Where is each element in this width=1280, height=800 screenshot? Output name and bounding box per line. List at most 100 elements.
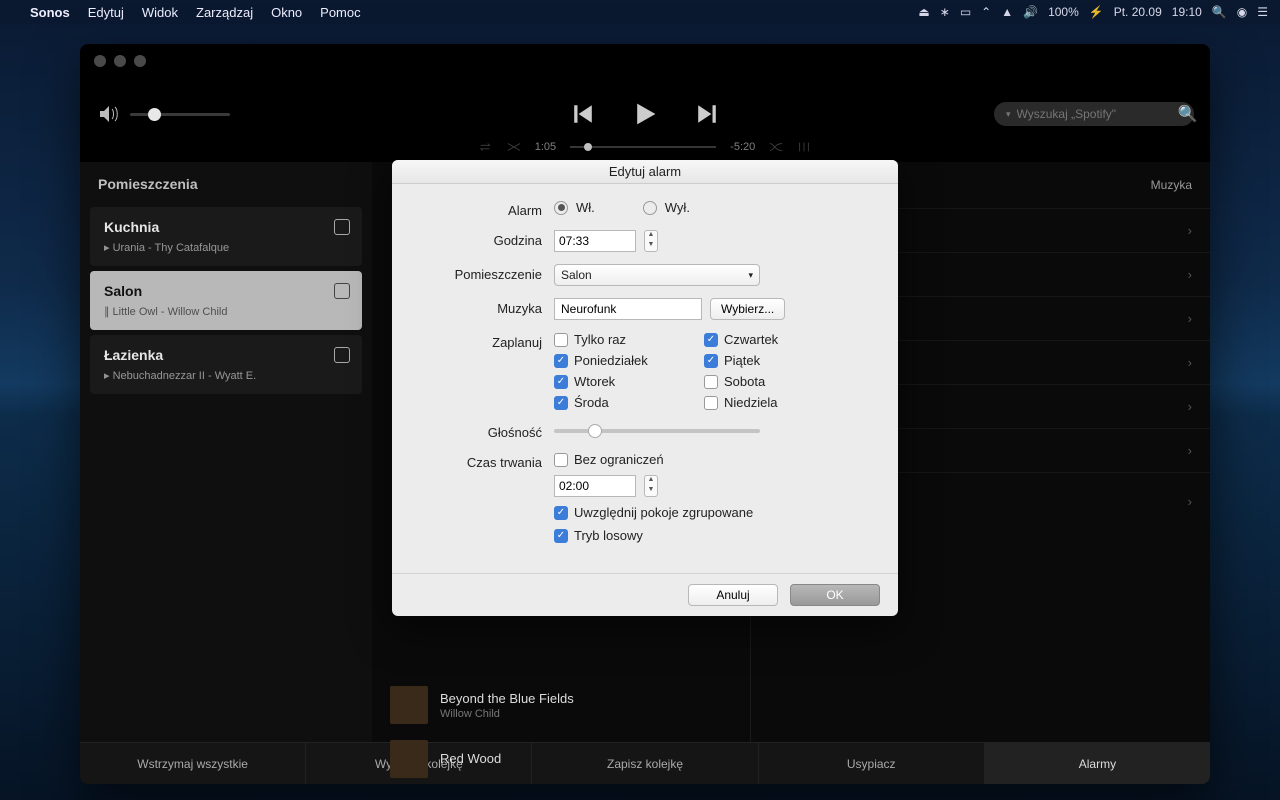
player-controls: ▾ 🔍 — [80, 78, 1210, 150]
play-button[interactable] — [632, 101, 658, 127]
traffic-min[interactable] — [114, 55, 126, 67]
battery-icon[interactable]: ▭ — [960, 5, 971, 19]
sleep-button[interactable]: Usypiacz — [759, 743, 985, 784]
room-item[interactable]: Salon ∥ Little Owl - Willow Child — [90, 271, 362, 330]
spotlight-icon[interactable]: 🔍 — [1212, 5, 1227, 19]
room-track: ∥ Little Owl - Willow Child — [104, 305, 348, 318]
chevron-right-icon: › — [1188, 494, 1192, 509]
eq-icon[interactable] — [797, 141, 811, 153]
choose-music-button[interactable]: Wybierz... — [710, 298, 785, 320]
chevron-right-icon: › — [1188, 267, 1192, 282]
traffic-close[interactable] — [94, 55, 106, 67]
queue-item[interactable]: Beyond the Blue FieldsWillow Child — [372, 678, 750, 732]
alarm-off-radio[interactable] — [643, 201, 657, 215]
chevron-right-icon: › — [1188, 223, 1192, 238]
alarms-button[interactable]: Alarmy — [985, 743, 1210, 784]
crossfade-icon[interactable] — [769, 141, 783, 153]
volume-icon[interactable]: 🔊 — [1023, 5, 1038, 19]
room-item[interactable]: Kuchnia▸ Urania - Thy Catafalque — [90, 207, 362, 266]
room-name: Salon — [104, 283, 348, 299]
search-box[interactable]: ▾ 🔍 — [994, 102, 1194, 126]
alarm-on-radio[interactable] — [554, 201, 568, 215]
unlimited-checkbox[interactable] — [554, 453, 568, 467]
search-input[interactable] — [1017, 107, 1172, 121]
day-checkbox[interactable]: ✓ — [554, 375, 568, 389]
day-label: Czwartek — [724, 332, 778, 347]
pause-all-button[interactable]: Wstrzymaj wszystkie — [80, 743, 306, 784]
duration-input[interactable] — [554, 475, 636, 497]
day-label: Niedziela — [724, 395, 777, 410]
sidebar-title: Pomieszczenia — [80, 162, 372, 202]
chevron-right-icon: › — [1188, 355, 1192, 370]
room-track: ▸ Nebuchadnezzar II - Wyatt E. — [104, 369, 348, 382]
alarm-volume-slider[interactable] — [554, 429, 760, 433]
album-art — [390, 686, 428, 724]
day-checkbox[interactable] — [704, 375, 718, 389]
menubar-date[interactable]: Pt. 20.09 — [1114, 5, 1162, 19]
siri-icon[interactable]: ◉ — [1237, 5, 1247, 19]
next-button[interactable] — [696, 103, 718, 125]
time-label: Godzina — [424, 230, 554, 248]
volume-slider[interactable] — [130, 113, 230, 116]
time-input[interactable] — [554, 230, 636, 252]
group-icon[interactable] — [334, 283, 350, 299]
status-icons: ⏏ ∗ ▭ ⌃ ▲ 🔊 100% ⚡ Pt. 20.09 19:10 🔍 ◉ ☰ — [918, 5, 1268, 19]
eject-icon[interactable]: ▲ — [1001, 5, 1013, 19]
traffic-max[interactable] — [134, 55, 146, 67]
schedule-label: Zaplanuj — [424, 332, 554, 350]
day-checkbox[interactable]: ✓ — [554, 396, 568, 410]
alarm-label: Alarm — [424, 200, 554, 218]
day-checkbox[interactable]: ✓ — [704, 333, 718, 347]
browse-source[interactable]: Muzyka — [1151, 178, 1192, 192]
menu-edit[interactable]: Edytuj — [88, 5, 124, 20]
day-label: Tylko raz — [574, 332, 626, 347]
volume-control[interactable] — [100, 106, 230, 122]
duration-stepper[interactable]: ▲▼ — [644, 475, 658, 497]
wifi-icon[interactable]: ⌃ — [981, 5, 991, 19]
chevron-right-icon: › — [1188, 399, 1192, 414]
dialog-title: Edytuj alarm — [392, 160, 898, 184]
ok-button[interactable]: OK — [790, 584, 880, 606]
menu-view[interactable]: Widok — [142, 5, 178, 20]
macos-menubar: Sonos Edytuj Widok Zarządzaj Okno Pomoc … — [0, 0, 1280, 24]
search-icon: 🔍 — [1178, 104, 1198, 124]
menu-manage[interactable]: Zarządzaj — [196, 5, 253, 20]
scrub-slider[interactable] — [570, 146, 716, 148]
room-select[interactable]: Salon▾ — [554, 264, 760, 286]
charging-icon: ⚡ — [1089, 5, 1104, 19]
menubar-time[interactable]: 19:10 — [1172, 5, 1202, 19]
album-art — [390, 740, 428, 778]
time-stepper[interactable]: ▲▼ — [644, 230, 658, 252]
day-label: Środa — [574, 395, 609, 410]
grouped-checkbox[interactable]: ✓ — [554, 506, 568, 520]
duration-label: Czas trwania — [424, 452, 554, 470]
group-icon[interactable] — [334, 219, 350, 235]
speaker-icon — [100, 106, 120, 122]
app-name[interactable]: Sonos — [30, 5, 70, 20]
group-icon[interactable] — [334, 347, 350, 363]
rooms-sidebar: Pomieszczenia Kuchnia▸ Urania - Thy Cata… — [80, 162, 372, 742]
day-label: Piątek — [724, 353, 760, 368]
window-titlebar — [80, 44, 1210, 78]
alarm-on-label: Wł. — [576, 200, 595, 215]
menu-window[interactable]: Okno — [271, 5, 302, 20]
queue-item[interactable]: Red Wood — [372, 732, 750, 784]
music-input[interactable] — [554, 298, 702, 320]
room-item[interactable]: Łazienka▸ Nebuchadnezzar II - Wyatt E. — [90, 335, 362, 394]
day-checkbox[interactable]: ✓ — [554, 354, 568, 368]
repeat-icon[interactable] — [479, 141, 493, 153]
room-track: ▸ Urania - Thy Catafalque — [104, 241, 348, 254]
day-checkbox[interactable]: ✓ — [704, 354, 718, 368]
prev-button[interactable] — [572, 103, 594, 125]
day-label: Poniedziałek — [574, 353, 648, 368]
lock-icon[interactable]: ⏏ — [918, 5, 929, 19]
bluetooth-icon[interactable]: ∗ — [940, 5, 950, 19]
menu-help[interactable]: Pomoc — [320, 5, 360, 20]
cancel-button[interactable]: Anuluj — [688, 584, 778, 606]
day-checkbox[interactable] — [554, 333, 568, 347]
day-checkbox[interactable] — [704, 396, 718, 410]
shuffle-checkbox[interactable]: ✓ — [554, 529, 568, 543]
music-label: Muzyka — [424, 298, 554, 316]
notifications-icon[interactable]: ☰ — [1257, 5, 1268, 19]
shuffle-icon[interactable] — [507, 141, 521, 153]
